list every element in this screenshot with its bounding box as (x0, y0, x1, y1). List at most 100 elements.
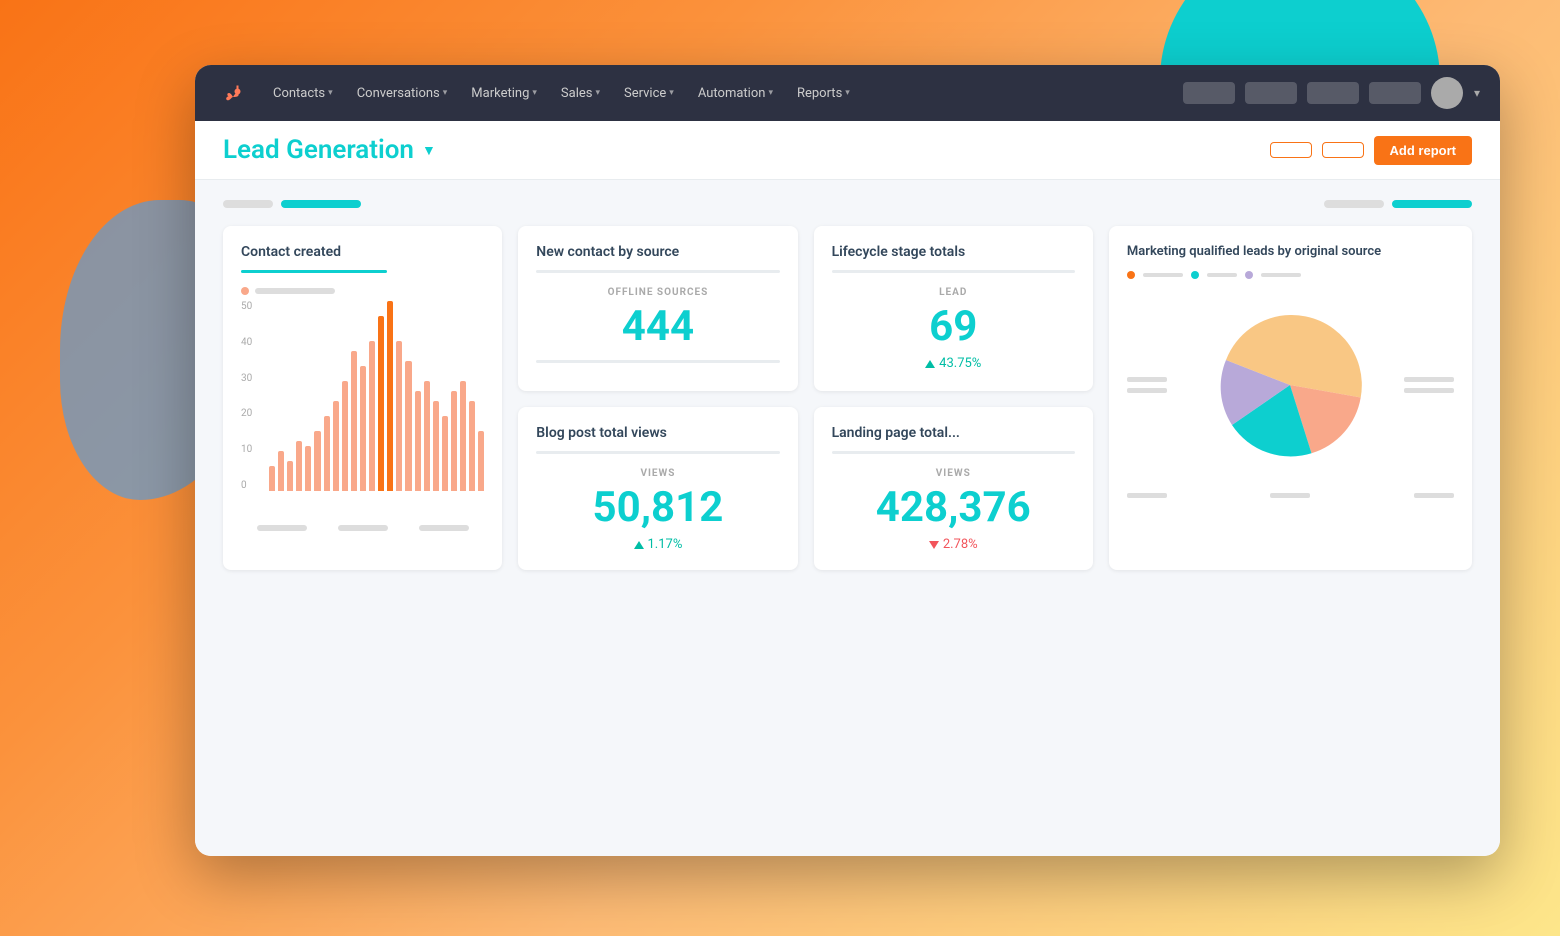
chart-bar-7 (333, 401, 339, 491)
pie-dot-3 (1245, 271, 1253, 279)
add-report-button[interactable]: Add report (1374, 136, 1472, 165)
new-contact-title: New contact by source (536, 244, 779, 260)
chart-bar-2 (287, 461, 293, 491)
chart-legend (241, 287, 484, 295)
pie-legend-item-1 (1127, 377, 1167, 382)
chart-bar-5 (314, 431, 320, 491)
dashboard-body: Contact created 50 40 30 20 10 0 (195, 180, 1500, 590)
chart-bar-17 (424, 381, 430, 491)
nav-pill-4[interactable] (1369, 82, 1421, 104)
blog-up-triangle (634, 541, 644, 549)
chart-bar-14 (396, 341, 402, 491)
nav-search-pill[interactable] (1183, 82, 1235, 104)
browser-window: Contacts ▾ Conversations ▾ Marketing ▾ S… (195, 65, 1500, 856)
contacts-chevron: ▾ (328, 88, 333, 98)
contact-divider (241, 270, 387, 273)
pie-legend-right (1404, 377, 1454, 393)
nav-automation[interactable]: Automation ▾ (688, 80, 783, 107)
contact-created-title: Contact created (241, 244, 484, 260)
chart-bar-18 (433, 401, 439, 491)
bar-chart: 50 40 30 20 10 0 (241, 301, 484, 521)
lifecycle-title: Lifecycle stage totals (832, 244, 1075, 260)
new-contact-card: New contact by source OFFLINE SOURCES 44… (518, 226, 797, 391)
user-avatar[interactable] (1431, 77, 1463, 109)
lifecycle-value: 69 (832, 304, 1075, 350)
chart-bar-1 (278, 451, 284, 491)
landing-page-title: Landing page total... (832, 425, 1075, 441)
blog-views-label: VIEWS (536, 468, 779, 479)
legend-dot (241, 287, 249, 295)
dashboard-header: Lead Generation ▼ Add report (195, 121, 1500, 180)
lifecycle-stage-card: Lifecycle stage totals LEAD 69 43.75% (814, 226, 1093, 391)
blog-divider (536, 451, 779, 454)
chart-x-labels (241, 525, 484, 531)
pie-dot-2 (1191, 271, 1199, 279)
pie-bottom-labels (1127, 493, 1454, 498)
lead-label: LEAD (832, 287, 1075, 298)
chart-bars (269, 301, 484, 491)
user-dropdown-arrow[interactable]: ▾ (1474, 86, 1480, 100)
nav-service[interactable]: Service ▾ (614, 80, 684, 107)
chart-bar-4 (305, 446, 311, 491)
title-row: Lead Generation ▼ (223, 135, 436, 165)
chart-bar-15 (405, 361, 411, 491)
new-contact-value: 444 (536, 304, 779, 350)
lifecycle-divider (832, 270, 1075, 273)
pie-segment-1 (1290, 315, 1362, 398)
filter-left (223, 200, 361, 208)
chart-bar-19 (442, 416, 448, 491)
chart-bar-6 (324, 416, 330, 491)
pie-legend-right-1 (1404, 377, 1454, 382)
chart-bar-9 (351, 351, 357, 491)
conversations-chevron: ▾ (443, 88, 448, 98)
pie-dot-1 (1127, 271, 1135, 279)
blog-value: 50,812 (536, 485, 779, 531)
landing-views-label: VIEWS (832, 468, 1075, 479)
filter-pill-3[interactable] (1324, 200, 1384, 208)
nav-marketing[interactable]: Marketing ▾ (461, 80, 547, 107)
pie-legend-line-3 (1261, 273, 1301, 277)
mql-card: Marketing qualified leads by original so… (1109, 226, 1472, 570)
stat-divider (536, 360, 779, 363)
nav-sales[interactable]: Sales ▾ (551, 80, 610, 107)
new-contact-divider (536, 270, 779, 273)
chart-bar-0 (269, 466, 275, 491)
nav-contacts[interactable]: Contacts ▾ (263, 80, 343, 107)
filter-pill-1[interactable] (223, 200, 273, 208)
header-actions: Add report (1270, 136, 1472, 165)
chart-bar-10 (360, 366, 366, 491)
nav-reports[interactable]: Reports ▾ (787, 80, 860, 107)
filter-button[interactable] (1322, 142, 1364, 158)
title-dropdown-chevron[interactable]: ▼ (422, 142, 436, 159)
nav-pill-3[interactable] (1307, 82, 1359, 104)
dashboard-grid: Contact created 50 40 30 20 10 0 (223, 226, 1472, 570)
content-area: Lead Generation ▼ Add report (195, 121, 1500, 856)
marketing-chevron: ▾ (532, 88, 537, 98)
chart-bar-20 (451, 391, 457, 491)
filter-pill-active[interactable] (281, 200, 361, 208)
reports-chevron: ▾ (845, 88, 850, 98)
nav-conversations[interactable]: Conversations ▾ (347, 80, 458, 107)
chart-bar-12 (378, 316, 384, 491)
legend-bar (255, 288, 335, 294)
automation-chevron: ▾ (768, 88, 773, 98)
hubspot-logo[interactable] (215, 75, 251, 111)
chart-bar-21 (460, 381, 466, 491)
filter-row (223, 200, 1472, 208)
sales-chevron: ▾ (595, 88, 600, 98)
landing-divider (832, 451, 1075, 454)
pie-legend-right-2 (1404, 388, 1454, 393)
pie-legend-line-1 (1143, 273, 1183, 277)
landing-value: 428,376 (832, 485, 1075, 531)
landing-change: 2.78% (832, 537, 1075, 552)
pie-legend-item-2 (1127, 388, 1167, 393)
landing-down-triangle (929, 541, 939, 549)
chart-bar-11 (369, 341, 375, 491)
filter-pill-4[interactable] (1392, 200, 1472, 208)
offline-sources-label: OFFLINE SOURCES (536, 287, 779, 298)
blog-post-card: Blog post total views VIEWS 50,812 1.17% (518, 407, 797, 570)
chart-bar-16 (415, 391, 421, 491)
date-filter-button[interactable] (1270, 142, 1312, 158)
nav-pill-2[interactable] (1245, 82, 1297, 104)
chart-bar-23 (478, 431, 484, 491)
